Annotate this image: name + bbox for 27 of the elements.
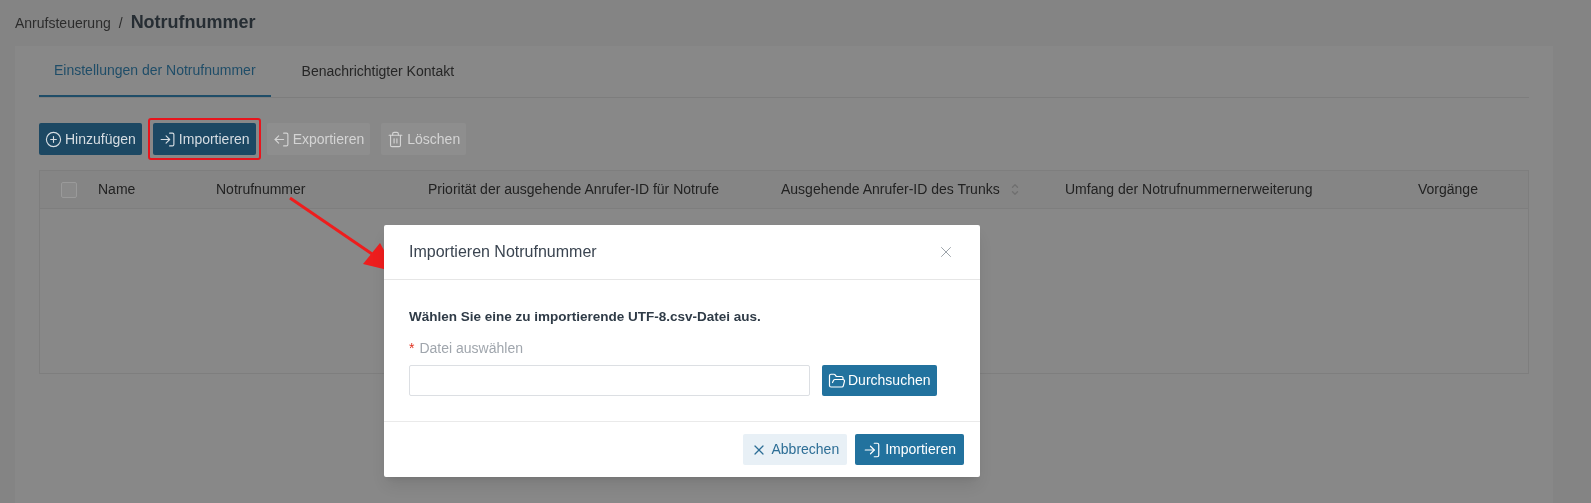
tab[interactable]: Benachrichtigter Kontakt: [286, 46, 470, 97]
add-button[interactable]: Hinzufügen: [39, 123, 142, 155]
column-header: Umfang der Notrufnummernerweiterung: [1065, 180, 1313, 199]
field-label: Datei auswählen: [419, 339, 523, 359]
required-mark: *: [409, 339, 415, 359]
breadcrumb-link[interactable]: Anrufsteuerung: [15, 13, 111, 34]
file-path-field[interactable]: [409, 365, 810, 397]
browse-button[interactable]: Durchsuchen: [822, 365, 937, 397]
trash-icon: [387, 130, 405, 148]
instruction-text: Wählen Sie eine zu importierende UTF-8.csv-Datei aus.: [409, 308, 762, 326]
column-header: Ausgehende Anrufer-ID des Trunks: [781, 180, 1000, 199]
import-button[interactable]: Importieren: [855, 434, 964, 465]
page-title: Notrufnummer: [130, 11, 256, 34]
import-button[interactable]: Importieren: [152, 123, 256, 155]
column-header: Priorität der ausgehende Anrufer-ID für Notrufe: [428, 180, 720, 199]
tab[interactable]: Einstellungen der Notrufnummer: [39, 46, 271, 97]
export-icon: [272, 130, 290, 148]
import-icon: [158, 130, 176, 148]
dialog-title: Importieren Notrufnummer: [409, 242, 597, 262]
folder-icon: [828, 371, 846, 390]
column-header: Notrufnummer: [216, 180, 306, 199]
plus-circle-icon: [45, 130, 62, 148]
column-header: Vorgänge: [1418, 180, 1478, 199]
column-header: Name: [98, 180, 136, 199]
cancel-button[interactable]: Abbrechen: [743, 434, 848, 465]
breadcrumb-separator: /: [118, 14, 123, 33]
import-icon: [863, 440, 882, 459]
